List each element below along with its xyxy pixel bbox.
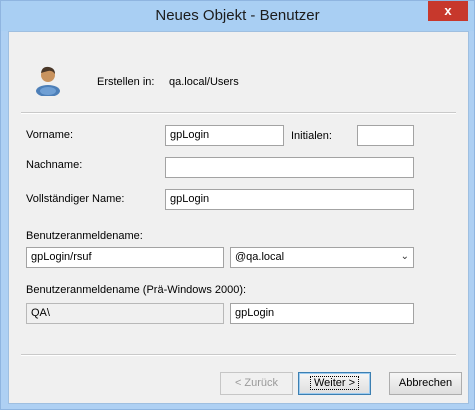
dialog-title: Neues Objekt - Benutzer [155,7,320,24]
back-button-label: < Zurück [234,377,279,389]
logon-label: Benutzeranmeldename: [26,230,143,242]
lastname-field[interactable] [165,157,414,178]
prewin-label: Benutzeranmeldename (Prä-Windows 2000): [26,284,247,296]
dialog-window: Neues Objekt - Benutzer x Erstellen in: … [0,0,475,410]
next-button-label: Weiter > [309,376,360,390]
separator [21,112,456,114]
initials-field[interactable] [357,125,414,146]
fullname-field[interactable]: gpLogin [165,189,414,210]
lastname-label: Nachname: [26,159,83,171]
close-button[interactable]: x [428,1,468,21]
back-button[interactable]: < Zurück [220,372,293,395]
firstname-field[interactable]: gpLogin [165,125,284,146]
separator-bottom [21,354,456,356]
cancel-button[interactable]: Abbrechen [389,372,462,395]
chevron-down-icon: ⌄ [400,251,409,262]
create-in-value: qa.local/Users [169,76,239,88]
create-in-label: Erstellen in: [97,76,155,88]
next-button[interactable]: Weiter > [298,372,371,395]
prewin-domain-field: QA\ [26,303,224,324]
initials-label: Initialen: [291,130,332,142]
dialog-body: Erstellen in: qa.local/Users Vorname: gp… [8,31,469,404]
domain-select[interactable]: @qa.local ⌄ [230,247,414,268]
firstname-label: Vorname: [26,129,74,141]
title-bar[interactable]: Neues Objekt - Benutzer x [1,1,474,31]
logon-name-field[interactable]: gpLogin/rsuf [26,247,224,268]
cancel-button-label: Abbrechen [398,377,453,389]
domain-select-value: @qa.local [235,251,285,263]
fullname-label: Vollständiger Name: [26,193,125,205]
prewin-name-field[interactable]: gpLogin [230,303,414,324]
user-icon [36,66,60,96]
